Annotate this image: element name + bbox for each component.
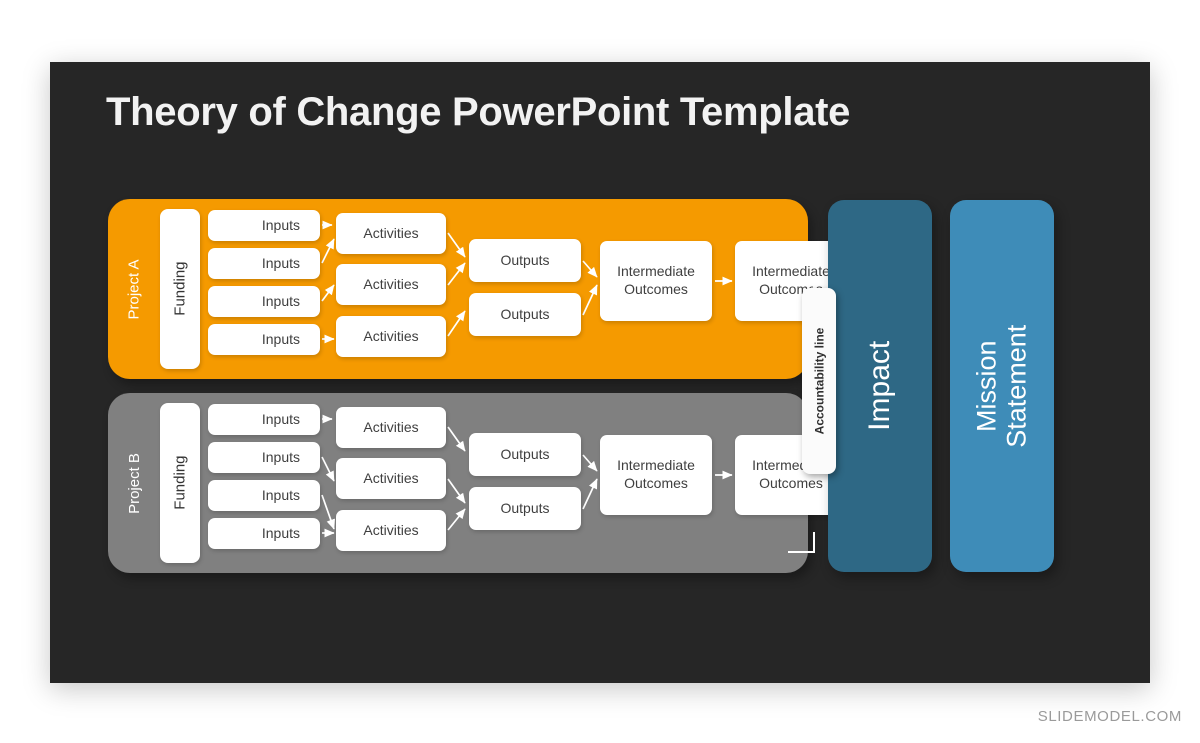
activity-box[interactable]: Activities [336,213,446,254]
input-box[interactable]: Inputs [208,248,320,279]
project-band-b[interactable]: Project B Funding Inputs Inputs Inputs I… [108,393,847,573]
funding-label-b: Funding [171,455,189,511]
accountability-line-box[interactable]: Accountability line [802,288,836,474]
intermediate-outcome-box[interactable]: Intermediate Outcomes [600,241,712,321]
accountability-line-label: Accountability line [812,327,826,435]
intermediate-outcome-box[interactable]: Intermediate Outcomes [600,435,712,515]
activity-box[interactable]: Activities [336,316,446,357]
output-box[interactable]: Outputs [469,239,581,282]
project-a-label: Project A [114,199,154,379]
activity-box[interactable]: Activities [336,458,446,499]
input-box[interactable]: Inputs [208,404,320,435]
project-a-label-text: Project A [125,258,143,320]
slide-canvas: Theory of Change PowerPoint Template Pro… [50,62,1150,683]
input-box[interactable]: Inputs [208,518,320,549]
activity-box[interactable]: Activities [336,264,446,305]
page-title: Theory of Change PowerPoint Template [106,90,851,134]
funding-box-b[interactable]: Funding [160,403,200,563]
input-box[interactable]: Inputs [208,286,320,317]
activity-box[interactable]: Activities [336,510,446,551]
mission-statement-panel[interactable]: Mission Statement [950,200,1054,572]
input-box[interactable]: Inputs [208,210,320,241]
output-box[interactable]: Outputs [469,487,581,530]
input-box[interactable]: Inputs [208,480,320,511]
funding-label-a: Funding [171,261,189,317]
project-b-label-text: Project B [125,452,143,514]
project-b-label: Project B [114,393,154,573]
output-box[interactable]: Outputs [469,433,581,476]
activity-box[interactable]: Activities [336,407,446,448]
funding-box-a[interactable]: Funding [160,209,200,369]
impact-panel-label: Impact [863,340,897,432]
output-box[interactable]: Outputs [469,293,581,336]
input-box[interactable]: Inputs [208,324,320,355]
input-box[interactable]: Inputs [208,442,320,473]
mission-panel-label: Mission Statement [971,324,1033,448]
watermark: SLIDEMODEL.COM [1037,708,1182,725]
project-band-a[interactable]: Project A Funding Inputs Inputs Inputs I… [108,199,847,379]
